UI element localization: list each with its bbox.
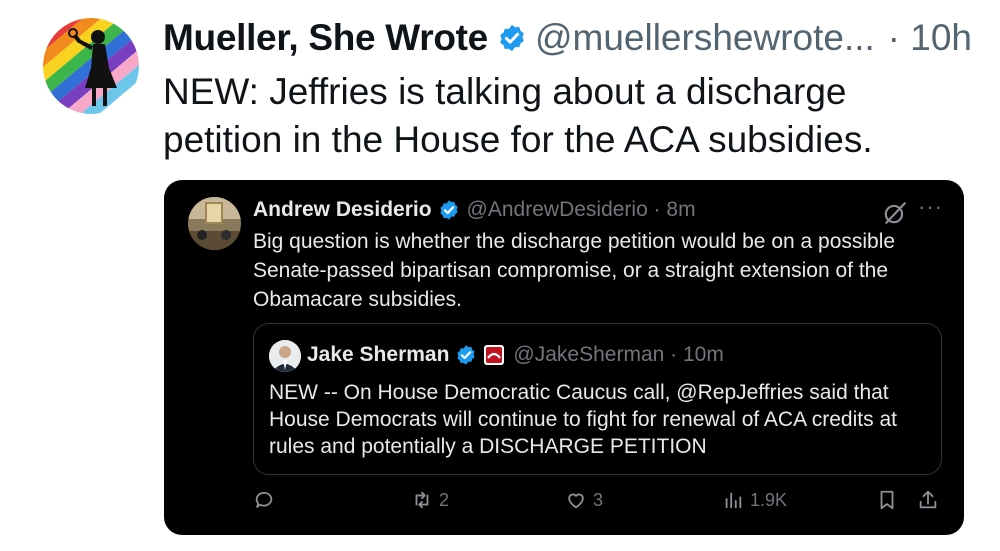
- author-name[interactable]: Mueller, She Wrote: [163, 17, 488, 59]
- nested-text: NEW -- On House Democratic Caucus call, …: [269, 381, 897, 458]
- quoted-author-name[interactable]: Andrew Desiderio: [253, 198, 432, 222]
- action-bar: 2 3 1.9K: [164, 483, 964, 519]
- quoted-header: Andrew Desiderio @AndrewDesiderio · 8m: [253, 198, 696, 222]
- quoted-tweet-card[interactable]: Andrew Desiderio @AndrewDesiderio · 8m ·…: [164, 180, 964, 535]
- grok-icon[interactable]: [882, 200, 908, 226]
- share-button[interactable]: [917, 489, 939, 511]
- like-button[interactable]: 3: [565, 489, 603, 511]
- views-button[interactable]: 1.9K: [722, 489, 787, 511]
- repost-icon: [415, 491, 429, 509]
- tweet-header: Mueller, She Wrote @muellershewrote... ·…: [163, 14, 972, 62]
- views-chart-icon: [725, 492, 742, 509]
- reply-button[interactable]: [253, 489, 281, 511]
- avatar-image: [43, 18, 139, 114]
- author-avatar[interactable]: [43, 18, 139, 114]
- tweet-time[interactable]: · 10h: [888, 17, 972, 59]
- affiliate-badge-icon: [484, 345, 505, 365]
- repost-button[interactable]: 2: [411, 489, 449, 511]
- verified-badge-icon: [500, 24, 524, 52]
- nested-quote-card[interactable]: Jake Sherman @JakeSherman · 10m NEW -- O…: [253, 323, 942, 475]
- quoted-author-avatar[interactable]: [188, 197, 241, 250]
- author-handle[interactable]: @muellershewrote...: [535, 17, 875, 59]
- time-value: 10h: [910, 17, 972, 58]
- more-options-icon[interactable]: ···: [918, 194, 943, 220]
- tweet-text: NEW: Jeffries is talking about a dischar…: [163, 71, 873, 160]
- avatar-image: [188, 197, 241, 250]
- verified-badge-icon: [439, 200, 458, 220]
- repost-count: 2: [439, 489, 450, 510]
- bookmark-button[interactable]: [876, 489, 898, 511]
- nested-author-name[interactable]: Jake Sherman: [307, 343, 449, 367]
- quoted-text: Big question is whether the discharge pe…: [253, 230, 896, 311]
- avatar-image: [269, 340, 301, 372]
- heart-icon: [568, 493, 584, 509]
- nested-handle-time[interactable]: @JakeSherman · 10m: [513, 343, 723, 367]
- verified-badge-icon: [457, 345, 476, 365]
- nested-author-avatar[interactable]: [269, 340, 301, 372]
- nested-header: Jake Sherman @JakeSherman · 10m: [307, 343, 724, 367]
- share-icon: [919, 490, 937, 509]
- time-separator: ·: [887, 17, 900, 58]
- like-count: 3: [593, 489, 604, 510]
- quoted-handle-time[interactable]: @AndrewDesiderio · 8m: [467, 198, 696, 222]
- bookmark-icon: [880, 490, 894, 510]
- views-count: 1.9K: [750, 489, 788, 510]
- reply-icon: [255, 491, 273, 508]
